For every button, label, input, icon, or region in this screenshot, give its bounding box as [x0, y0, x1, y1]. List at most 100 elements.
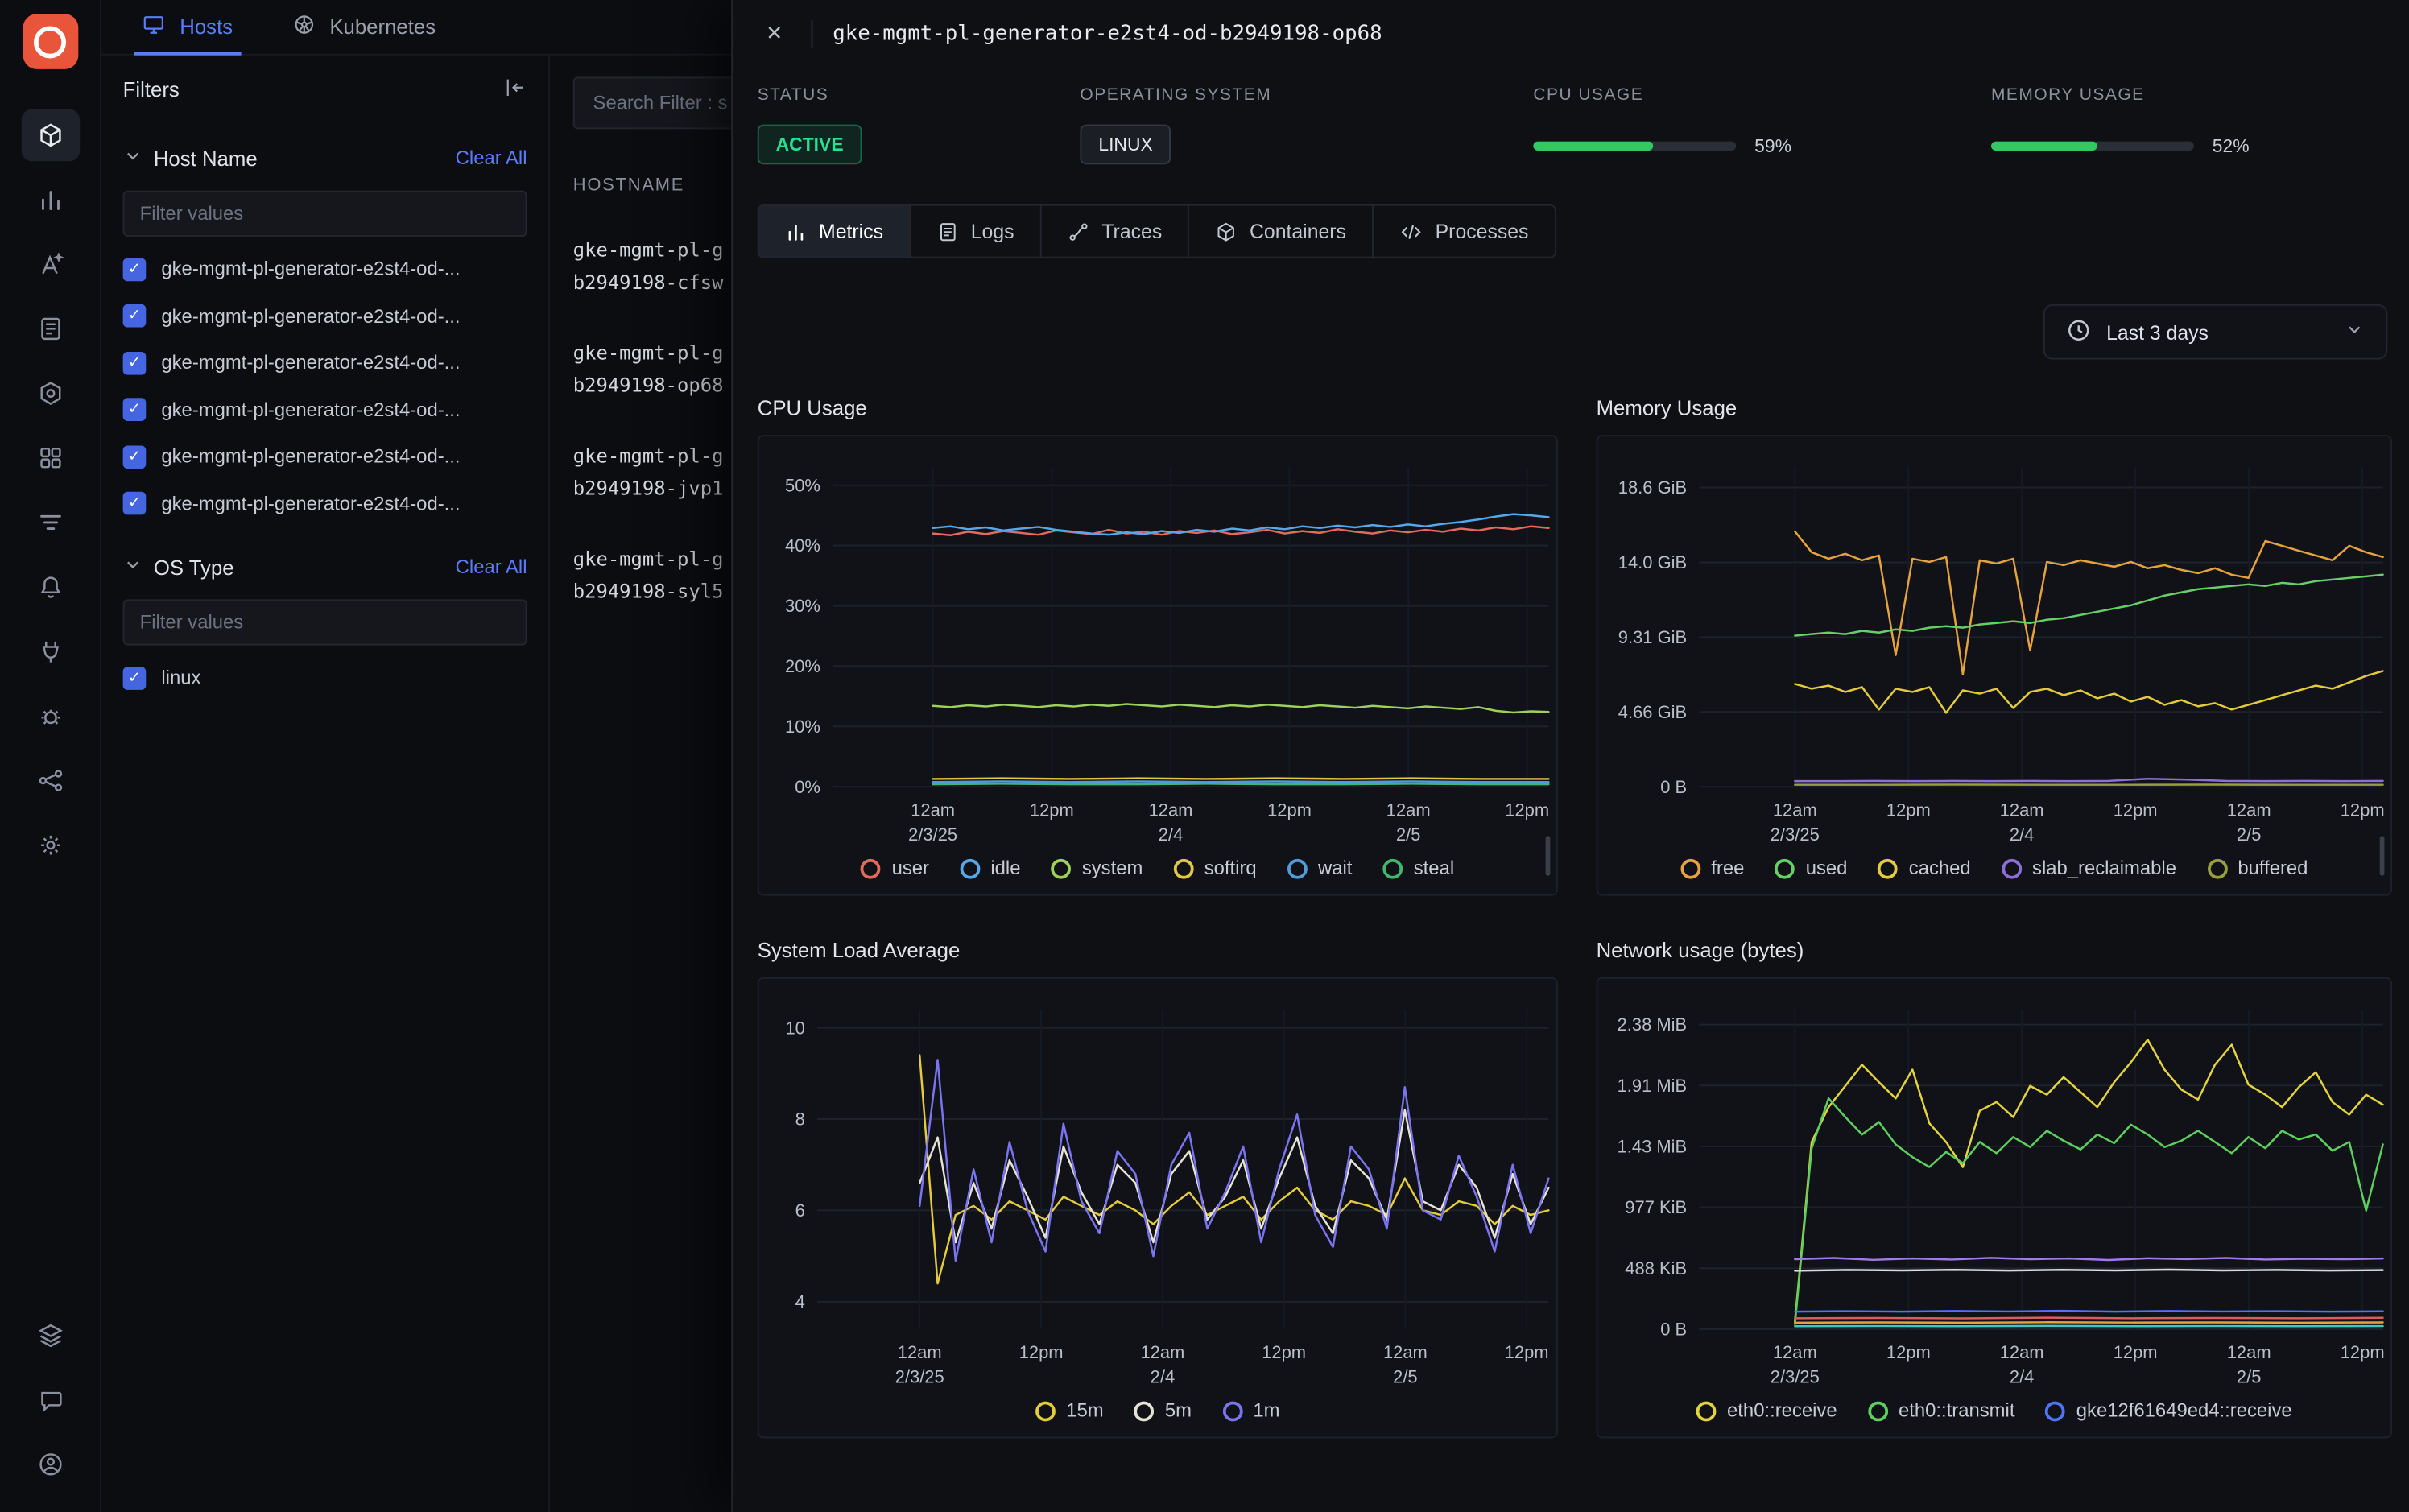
nav-item-services[interactable]	[21, 238, 80, 291]
legend-item[interactable]: 1m	[1222, 1400, 1279, 1422]
nav-item-dashboards[interactable]	[21, 432, 80, 484]
close-icon[interactable]: ✕	[758, 17, 791, 51]
chart-title: Network usage (bytes)	[1597, 939, 2392, 962]
svg-text:12pm: 12pm	[1030, 799, 1074, 820]
status-stat: STATUS ACTIVE	[758, 86, 1081, 164]
nav-item-alerts[interactable]	[21, 561, 80, 613]
host-name-option[interactable]: ✓gke-mgmt-pl-generator-e2st4-od-...	[123, 246, 527, 292]
legend-item[interactable]: buffered	[2207, 857, 2308, 879]
app-logo[interactable]	[23, 14, 78, 69]
legend-item[interactable]: softirq	[1174, 857, 1257, 879]
host-name-filter-input[interactable]	[123, 191, 527, 237]
bell-icon	[36, 573, 64, 601]
os-type-filter-input[interactable]	[123, 599, 527, 645]
svg-text:12am: 12am	[2000, 799, 2044, 820]
clear-all-host-name[interactable]: Clear All	[456, 147, 527, 169]
tab-hosts[interactable]: Hosts	[142, 0, 233, 54]
host-detail-drawer: ✕ gke-mgmt-pl-generator-e2st4-od-b294919…	[731, 0, 2409, 1512]
legend-item[interactable]: eth0::receive	[1696, 1400, 1837, 1422]
checkbox-checked-icon: ✓	[123, 258, 147, 281]
legend-swatch-icon	[861, 858, 881, 878]
svg-text:30%: 30%	[785, 596, 820, 616]
nav-item-metrics[interactable]	[21, 174, 80, 226]
nav-item-mesh[interactable]	[21, 367, 80, 419]
svg-text:10: 10	[785, 1018, 804, 1038]
legend-swatch-icon	[1052, 858, 1072, 878]
checkbox-checked-icon: ✓	[123, 492, 147, 515]
nav-item-pipelines[interactable]	[21, 496, 80, 548]
os-stat: OPERATING SYSTEM LINUX	[1080, 86, 1533, 164]
nav-item-account[interactable]	[21, 1438, 80, 1490]
logs-icon	[937, 221, 959, 242]
svg-text:40%: 40%	[785, 535, 820, 556]
chart-title: System Load Average	[758, 939, 1558, 962]
legend-label: user	[892, 857, 929, 879]
host-name-option[interactable]: ✓gke-mgmt-pl-generator-e2st4-od-...	[123, 433, 527, 480]
tab-metrics[interactable]: Metrics	[758, 204, 911, 258]
legend-item[interactable]: eth0::transmit	[1868, 1400, 2015, 1422]
legend-item[interactable]: gke12f61649ed4::receive	[2046, 1400, 2292, 1422]
svg-text:12pm: 12pm	[2114, 1342, 2158, 1362]
legend-scrollbar[interactable]	[2380, 836, 2385, 876]
tab-processes[interactable]: Processes	[1372, 204, 1556, 258]
host-name-option[interactable]: ✓gke-mgmt-pl-generator-e2st4-od-...	[123, 293, 527, 340]
list-filter-icon	[36, 509, 64, 536]
legend-item[interactable]: slab_reclaimable	[2002, 857, 2176, 879]
tab-containers[interactable]: Containers	[1188, 204, 1374, 258]
drawer-header: ✕ gke-mgmt-pl-generator-e2st4-od-b294919…	[758, 9, 2409, 58]
legend-swatch-icon	[1878, 858, 1899, 878]
legend-swatch-icon	[2046, 1401, 2066, 1421]
network-usage-plot: 0 B488 KiB977 KiB1.43 MiB1.91 MiB2.38 Mi…	[1597, 994, 2390, 1394]
legend-item[interactable]: cached	[1878, 857, 1971, 879]
legend-item[interactable]: steal	[1383, 857, 1455, 879]
nav-item-resources[interactable]	[21, 1309, 80, 1361]
legend-item[interactable]: 15m	[1035, 1400, 1104, 1422]
code-icon	[1400, 221, 1424, 242]
nav-item-infrastructure[interactable]	[21, 109, 80, 162]
svg-text:2/4: 2/4	[2010, 824, 2034, 845]
tab-logs[interactable]: Logs	[909, 204, 1041, 258]
time-range-value: Last 3 days	[2106, 320, 2209, 344]
svg-text:50%: 50%	[785, 475, 820, 495]
os-type-option[interactable]: ✓linux	[123, 655, 527, 701]
legend-item[interactable]: 5m	[1134, 1400, 1192, 1422]
svg-text:2/4: 2/4	[1159, 824, 1183, 845]
svg-text:12am: 12am	[898, 1342, 942, 1362]
cpu-usage-progress-fill	[1533, 142, 1653, 151]
legend-scrollbar[interactable]	[1546, 836, 1551, 876]
filter-section-os-type[interactable]: OS Type Clear All	[123, 555, 527, 580]
tab-kubernetes[interactable]: Kubernetes	[291, 0, 436, 54]
legend-item[interactable]: idle	[960, 857, 1020, 879]
svg-text:12am: 12am	[1140, 1342, 1184, 1362]
clear-all-os-type[interactable]: Clear All	[456, 556, 527, 578]
legend-item[interactable]: used	[1775, 857, 1848, 879]
cpu-usage-label: CPU USAGE	[1533, 86, 1991, 105]
network-usage-chart: Network usage (bytes) 0 B488 KiB977 KiB1…	[1597, 939, 2392, 1438]
legend-swatch-icon	[2002, 858, 2022, 878]
nav-item-service-map[interactable]	[21, 754, 80, 807]
cpu-usage-plot: 0%10%20%30%40%50%12am2/3/2512pm12am2/412…	[759, 452, 1556, 851]
nav-item-exceptions[interactable]	[21, 690, 80, 742]
svg-text:488 KiB: 488 KiB	[1625, 1258, 1687, 1279]
user-icon	[36, 1451, 64, 1478]
legend-item[interactable]: user	[861, 857, 929, 879]
checkbox-checked-icon: ✓	[123, 399, 147, 422]
legend-swatch-icon	[1775, 858, 1795, 878]
nav-item-settings[interactable]	[21, 819, 80, 871]
svg-text:12pm: 12pm	[1886, 799, 1931, 820]
nav-item-integrations[interactable]	[21, 626, 80, 678]
time-range-select[interactable]: Last 3 days	[2043, 304, 2387, 360]
filter-section-host-name[interactable]: Host Name Clear All	[123, 146, 527, 171]
legend-item[interactable]: free	[1680, 857, 1744, 879]
legend-item[interactable]: system	[1052, 857, 1143, 879]
nav-item-support[interactable]	[21, 1374, 80, 1426]
host-name-option[interactable]: ✓gke-mgmt-pl-generator-e2st4-od-...	[123, 386, 527, 433]
host-name-option[interactable]: ✓gke-mgmt-pl-generator-e2st4-od-...	[123, 340, 527, 386]
legend-item[interactable]: wait	[1287, 857, 1353, 879]
host-name-option[interactable]: ✓gke-mgmt-pl-generator-e2st4-od-...	[123, 480, 527, 527]
system-load-legend: 15m 5m 1m	[759, 1400, 1556, 1422]
nav-item-logs[interactable]	[21, 303, 80, 355]
tab-traces[interactable]: Traces	[1040, 204, 1190, 258]
collapse-panel-icon[interactable]	[502, 75, 527, 104]
chevron-down-icon	[123, 146, 143, 171]
